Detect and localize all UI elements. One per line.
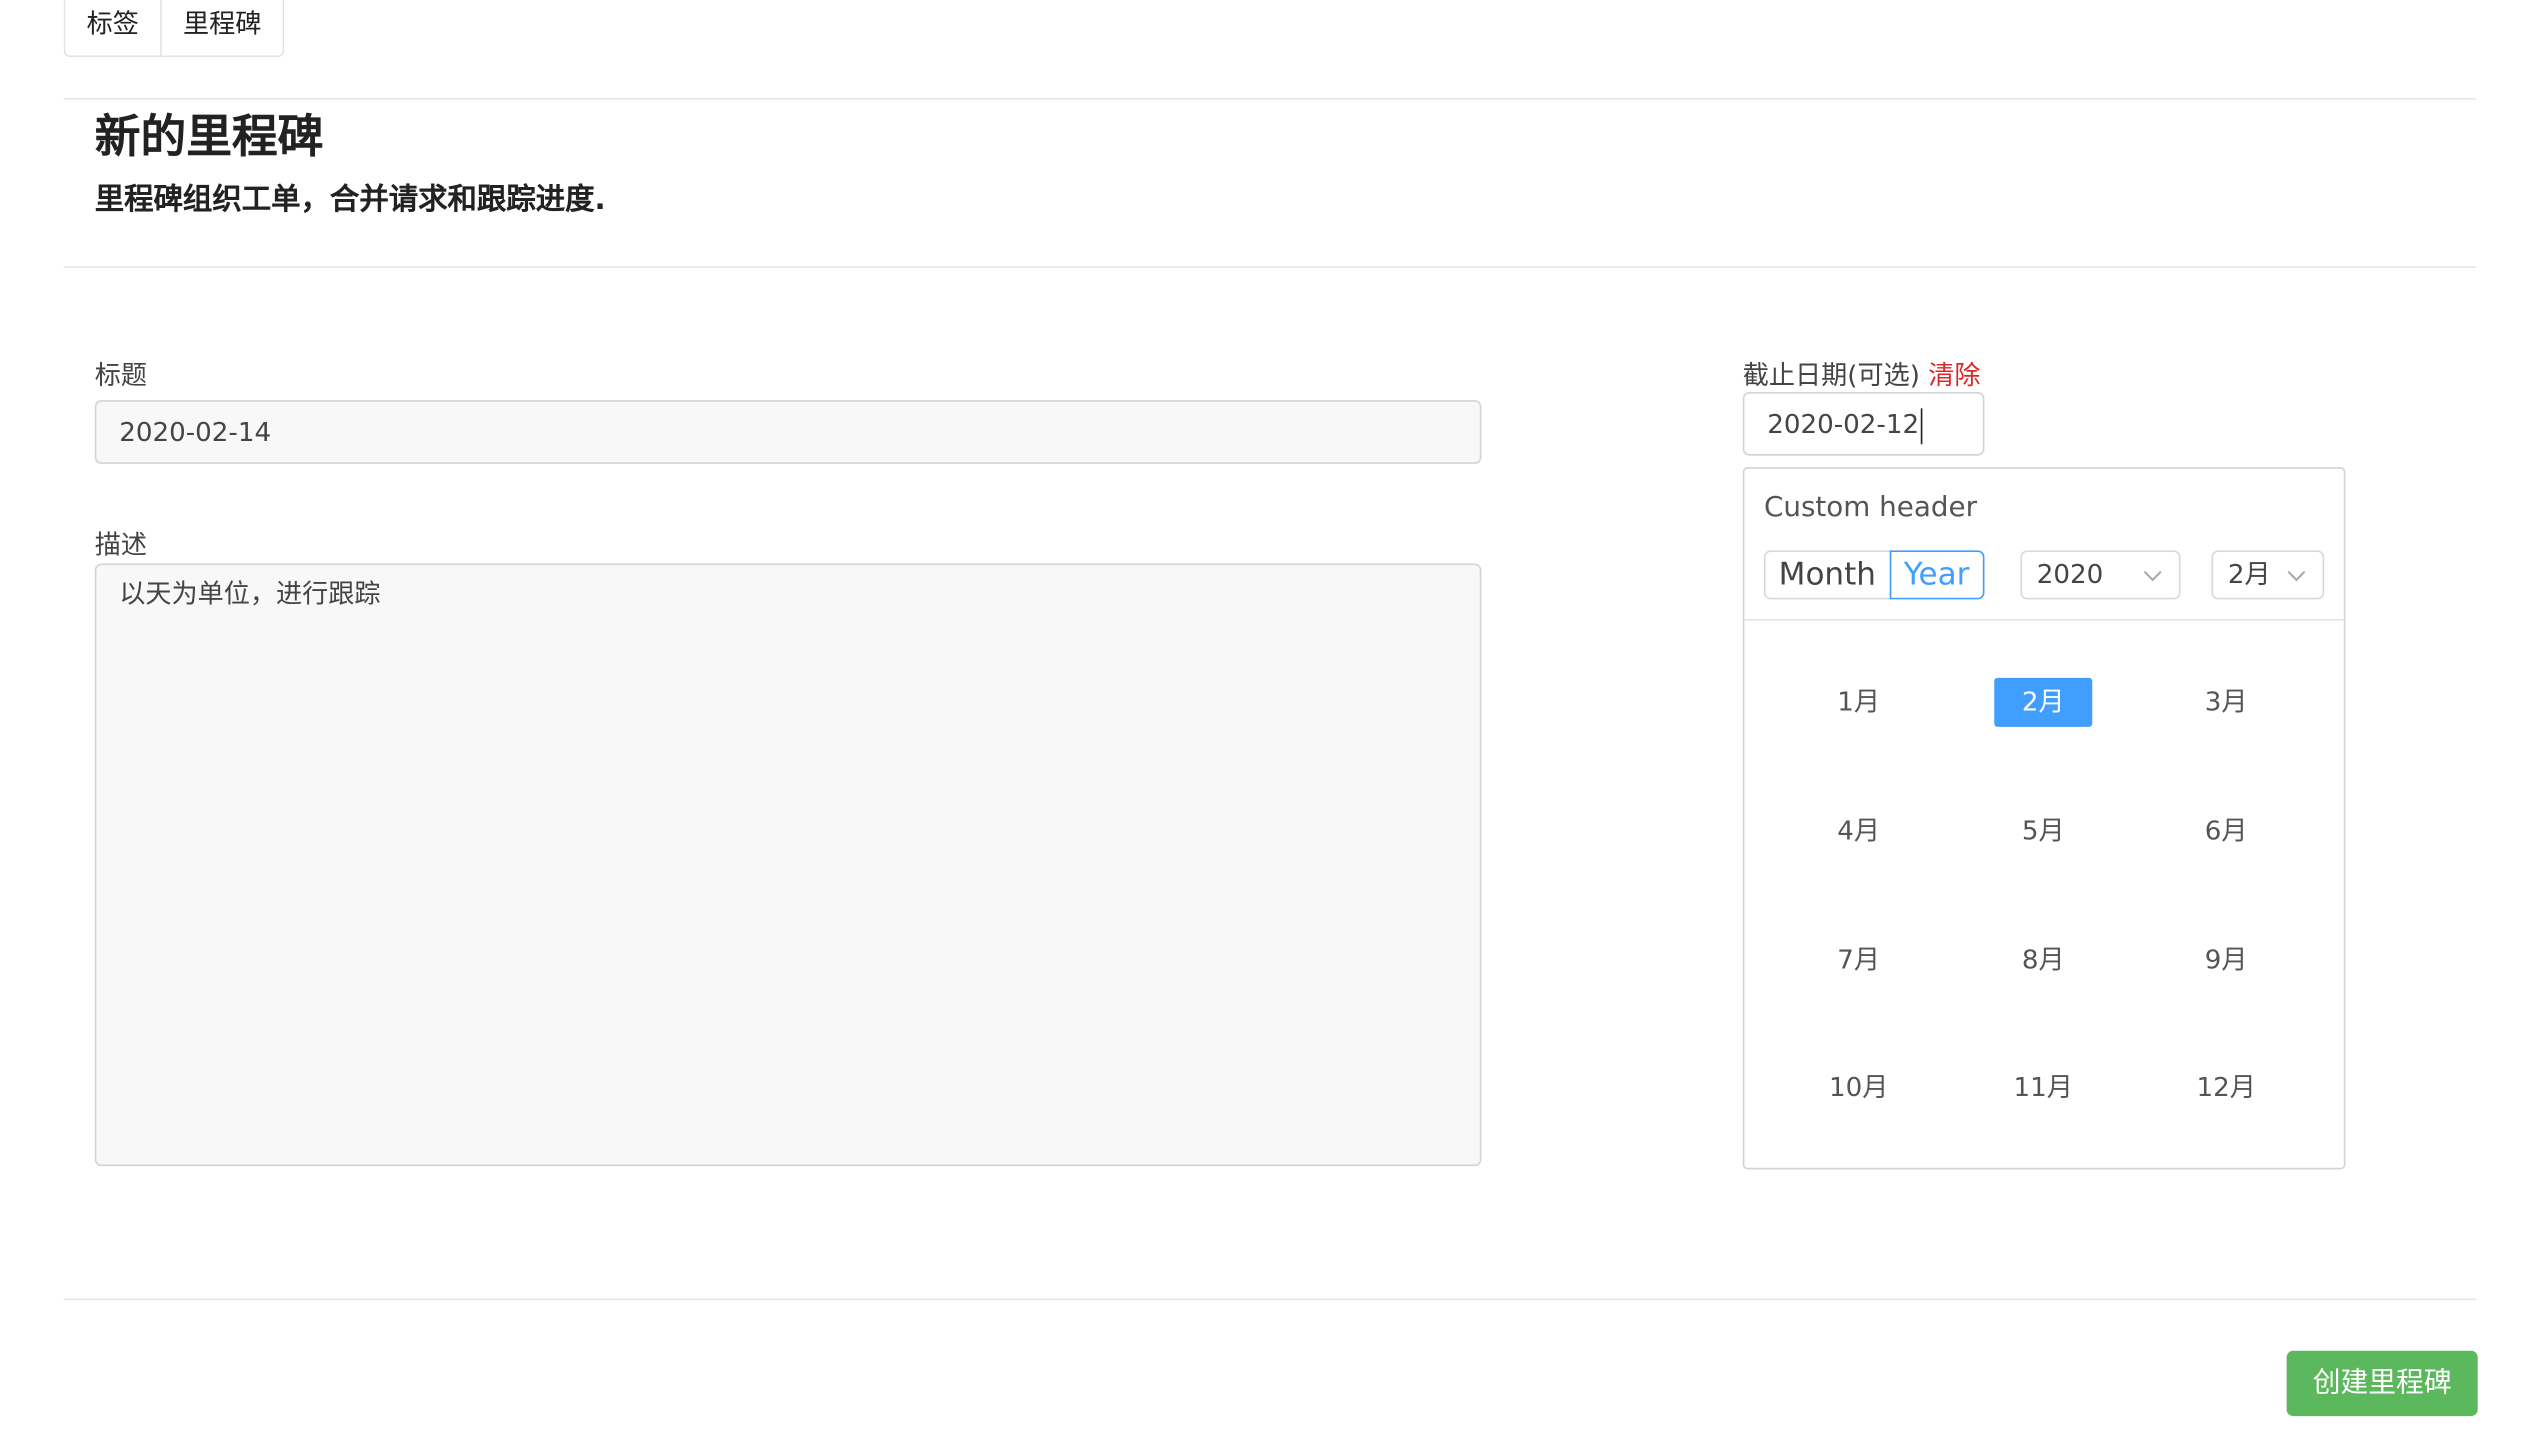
create-milestone-button[interactable]: 创建里程碑 bbox=[2286, 1350, 2478, 1417]
due-date-input[interactable]: 2020-02-12 bbox=[1742, 391, 1985, 456]
divider bbox=[63, 97, 2477, 100]
month-select[interactable]: 2月 bbox=[2211, 550, 2325, 600]
tab-milestones[interactable]: 里程碑 bbox=[160, 0, 283, 56]
due-date-label-row: 截止日期(可选) 清除 bbox=[1743, 353, 1981, 392]
chevron-down-icon bbox=[2287, 570, 2306, 582]
month-cell-selected[interactable]: 2月 bbox=[1994, 677, 2093, 727]
calendar-mode-toggle: Month Year bbox=[1763, 550, 1985, 600]
divider bbox=[63, 266, 2477, 268]
calendar-divider bbox=[1744, 619, 2344, 621]
title-label: 标题 bbox=[94, 359, 148, 391]
month-cell[interactable]: 1月 bbox=[1810, 678, 1908, 727]
description-textarea[interactable]: 以天为单位，进行跟踪 bbox=[94, 563, 1482, 1167]
month-cell[interactable]: 5月 bbox=[1994, 807, 2092, 856]
description-label: 描述 bbox=[94, 529, 148, 561]
calendar-header-title: Custom header bbox=[1763, 491, 1977, 525]
text-caret bbox=[1920, 407, 1923, 444]
top-tabs: 标签 里程碑 bbox=[63, 0, 285, 58]
tab-labels[interactable]: 标签 bbox=[65, 0, 160, 56]
month-cell[interactable]: 8月 bbox=[1994, 936, 2092, 985]
year-mode-button[interactable]: Year bbox=[1889, 550, 1985, 600]
page-subtitle: 里程碑组织工单，合并请求和跟踪进度. bbox=[94, 182, 606, 218]
date-picker-panel: Custom header Month Year 2020 2月 1月 2月 3… bbox=[1742, 467, 2346, 1170]
month-cell[interactable]: 12月 bbox=[2177, 1063, 2275, 1112]
month-cell[interactable]: 9月 bbox=[2177, 936, 2275, 985]
page-title: 新的里程碑 bbox=[94, 109, 324, 164]
month-cell[interactable]: 4月 bbox=[1810, 807, 1908, 856]
month-cell[interactable]: 11月 bbox=[1994, 1063, 2092, 1112]
month-mode-button[interactable]: Month bbox=[1763, 550, 1891, 600]
month-select-value: 2月 bbox=[2227, 558, 2271, 590]
divider bbox=[63, 1298, 2477, 1301]
month-cell[interactable]: 3月 bbox=[2177, 678, 2275, 727]
chevron-down-icon bbox=[2143, 570, 2162, 582]
year-select-value: 2020 bbox=[2036, 558, 2104, 590]
page: 标签 里程碑 新的里程碑 里程碑组织工单，合并请求和跟踪进度. 标题 2020-… bbox=[0, 0, 2548, 1444]
title-input[interactable]: 2020-02-14 bbox=[94, 400, 1482, 464]
year-select[interactable]: 2020 bbox=[2020, 550, 2181, 600]
month-cell[interactable]: 6月 bbox=[2177, 807, 2275, 856]
month-cell[interactable]: 7月 bbox=[1810, 936, 1908, 985]
due-date-value: 2020-02-12 bbox=[1767, 408, 1920, 440]
month-cell[interactable]: 10月 bbox=[1810, 1063, 1908, 1112]
due-date-label: 截止日期(可选) bbox=[1742, 359, 1920, 391]
clear-date-link[interactable]: 清除 bbox=[1928, 359, 1980, 390]
